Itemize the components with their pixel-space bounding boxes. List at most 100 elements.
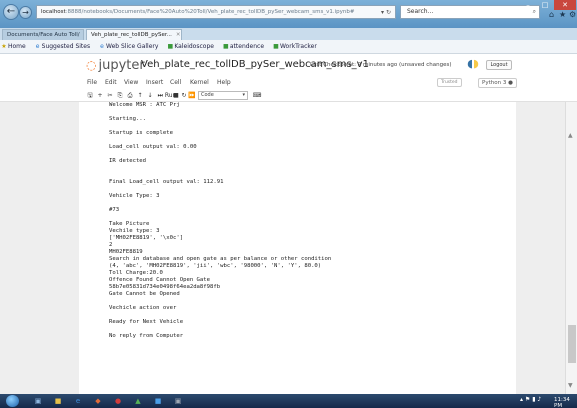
taskbar-app-icon[interactable]: ● xyxy=(110,396,126,406)
taskbar-app-icon[interactable]: ◆ xyxy=(90,396,106,406)
taskbar-app-icon[interactable]: ▲ xyxy=(130,396,146,406)
output-line: No reply from Computer xyxy=(109,333,184,339)
fav-home[interactable]: ★Home xyxy=(0,40,25,53)
output-line: Ready for Next Vehicle xyxy=(109,319,184,325)
menu-cell[interactable]: Cell xyxy=(170,79,181,86)
minimize-button[interactable]: – xyxy=(520,0,536,10)
move-up-icon[interactable]: ↑ xyxy=(136,91,144,100)
cut-icon[interactable]: ✂ xyxy=(106,91,114,100)
app-icon: ■ xyxy=(273,43,279,50)
menu-view[interactable]: View xyxy=(124,79,138,86)
address-bar[interactable]: localhost:8888/notebooks/Documents/Face%… xyxy=(36,5,396,19)
home-icon[interactable]: ⌂ xyxy=(549,10,554,19)
tab-documents[interactable]: Documents/Face Auto Toll/ xyxy=(2,29,84,40)
move-down-icon[interactable]: ↓ xyxy=(146,91,154,100)
maximize-button[interactable]: □ xyxy=(537,0,553,10)
ie-icon: e xyxy=(100,43,104,50)
taskbar-clock[interactable]: 11:34 PM xyxy=(554,397,577,408)
browser-toolbar: ← → localhost:8888/notebooks/Documents/F… xyxy=(0,0,577,28)
taskbar-ie-icon[interactable]: e xyxy=(70,396,86,406)
run-icon: ⏭ xyxy=(157,92,163,99)
output-line: Starting... xyxy=(109,116,147,122)
menu-file[interactable]: File xyxy=(87,79,97,86)
output-line: Search in database and open gate as per … xyxy=(109,256,332,262)
output-line: Final Load_cell output val: 112.91 xyxy=(109,179,224,185)
taskbar-folder-icon[interactable]: ■ xyxy=(50,396,66,406)
restart-icon[interactable]: ↻ xyxy=(180,91,188,100)
kernel-status-icon: ● xyxy=(508,80,513,86)
chevron-down-icon: ▾ xyxy=(242,92,245,98)
output-line: 2 xyxy=(109,242,113,248)
fav-worktracker[interactable]: ■WorkTracker xyxy=(272,40,317,53)
logout-button[interactable]: Logout xyxy=(486,60,512,70)
output-line: (4, 'abc', 'MH02FE8819', 'jii', 'wbc', '… xyxy=(109,263,322,269)
notebook-toolbar: 🖫 + ✂ ⎘ ⎙ ↑ ↓ ⏭ Run ■ ↻ ⏩ Code ▾ ⌨ xyxy=(0,90,577,102)
output-line: Offence Found Cannot Open Gate xyxy=(109,277,211,283)
settings-gear-icon[interactable]: ⚙ xyxy=(569,10,576,19)
taskbar-explorer-icon[interactable]: ▣ xyxy=(30,396,46,406)
search-placeholder: Search... xyxy=(407,8,434,15)
ie-icon: e xyxy=(35,43,40,50)
jupyter-logo[interactable]: ◌ jupyter xyxy=(86,58,145,73)
output-line: #73 xyxy=(109,207,120,213)
paste-icon[interactable]: ⎙ xyxy=(126,91,134,100)
forward-arrow-icon: → xyxy=(22,8,29,17)
forward-button[interactable]: → xyxy=(19,6,32,19)
taskbar-app-icon[interactable]: ■ xyxy=(150,396,166,406)
scroll-up-icon[interactable]: ▲ xyxy=(568,132,573,139)
output-line: Vechile type: 3 xyxy=(109,228,160,234)
scrollbar-thumb[interactable] xyxy=(568,325,576,363)
output-line: IR detected xyxy=(109,158,147,164)
close-button[interactable]: ✕ xyxy=(554,0,576,10)
start-button[interactable] xyxy=(6,395,19,407)
favorites-star-icon: ★ xyxy=(1,43,7,50)
command-palette-icon[interactable]: ⌨ xyxy=(252,91,262,100)
output-line: Vehicle Type: 3 xyxy=(109,193,160,199)
output-line: Welcome MSR : ATC Prj xyxy=(109,102,180,108)
favorites-star-icon[interactable]: ★ xyxy=(559,10,566,19)
jupyter-header: ◌ jupyter Veh_plate_rec_tollDB_pySer_webc… xyxy=(0,54,577,76)
scroll-down-icon[interactable]: ▼ xyxy=(568,382,573,389)
back-arrow-icon: ← xyxy=(6,6,16,17)
fav-attendence[interactable]: ■attendence xyxy=(222,40,264,53)
close-tab-icon[interactable]: ✕ xyxy=(176,32,181,38)
trusted-badge[interactable]: Trusted xyxy=(437,78,462,87)
copy-icon[interactable]: ⎘ xyxy=(116,91,124,100)
restart-run-all-icon[interactable]: ⏩ xyxy=(188,91,196,100)
search-box[interactable]: Search... ⌕ xyxy=(400,5,540,19)
output-line: Load_cell output val: 0.00 xyxy=(109,144,197,150)
kernel-indicator[interactable]: Python 3 ● xyxy=(478,78,517,88)
menu-help[interactable]: Help xyxy=(217,79,231,86)
save-icon[interactable]: 🖫 xyxy=(86,91,94,100)
system-tray[interactable]: ▴ ⚑ ▮ ♪ xyxy=(520,396,541,403)
interrupt-icon[interactable]: ■ xyxy=(172,91,180,100)
tab-bar: Documents/Face Auto Toll/ Veh_plate_rec_… xyxy=(0,28,577,40)
output-line: Gate Cannot be Opened xyxy=(109,291,180,297)
scrollbar[interactable]: ▲ ▼ xyxy=(565,102,577,394)
menu-edit[interactable]: Edit xyxy=(105,79,117,86)
back-button[interactable]: ← xyxy=(3,4,19,20)
refresh-icon[interactable]: ▾ ↻ xyxy=(381,7,391,18)
output-line: Take Picture xyxy=(109,221,150,227)
cell-type-select[interactable]: Code ▾ xyxy=(198,91,248,100)
fav-suggested-sites[interactable]: e Suggested Sites xyxy=(34,40,90,53)
menu-bar: File Edit View Insert Cell Kernel Help T… xyxy=(0,76,577,90)
output-line: 58b7e05831d734e0498f64ea2da8f98fb xyxy=(109,284,221,290)
tab-notebook[interactable]: Veh_plate_rec_tollDB_pySer... ✕ xyxy=(86,29,182,40)
add-cell-icon[interactable]: + xyxy=(96,91,104,100)
fav-web-slice-gallery[interactable]: e Web Slice Gallery xyxy=(98,40,158,53)
tab-documents-label: Documents/Face Auto Toll/ xyxy=(7,32,80,38)
checkpoint-status: Last Checkpoint: 2 minutes ago (unsaved … xyxy=(310,62,452,68)
fav-kaleidoscope[interactable]: ■Kaleidoscope xyxy=(166,40,214,53)
menu-kernel[interactable]: Kernel xyxy=(190,79,209,86)
menu-insert[interactable]: Insert xyxy=(146,79,163,86)
taskbar-app-icon[interactable]: ▣ xyxy=(170,396,186,406)
output-line: Vechicle action over xyxy=(109,305,177,311)
